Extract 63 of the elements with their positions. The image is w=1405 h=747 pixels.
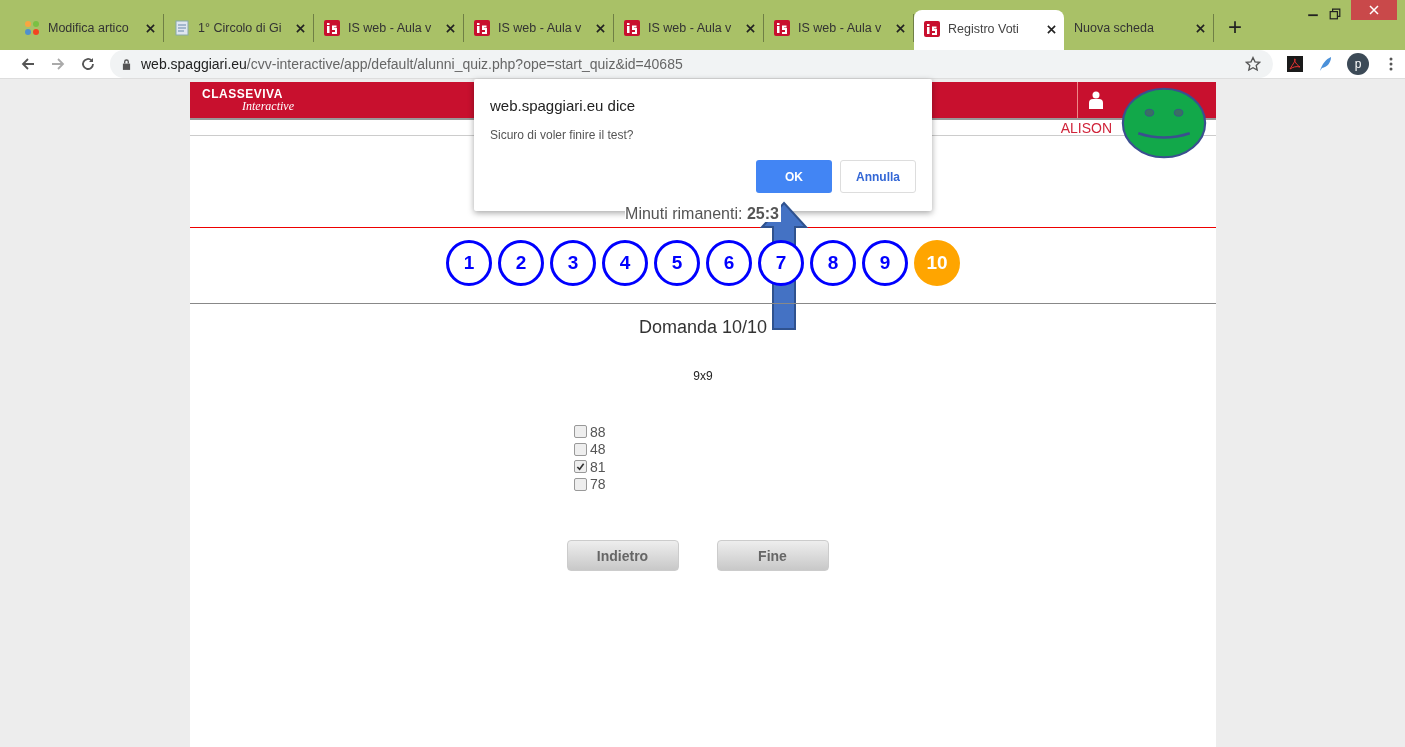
close-icon[interactable]	[1047, 24, 1056, 34]
address-field[interactable]: web.spaggiari.eu/cvv-interactive/app/default/alunni_quiz.php?ope=start_quiz&id=40685	[110, 50, 1273, 78]
question-text: 9x9	[693, 369, 713, 383]
question-number-button[interactable]: 5	[654, 240, 700, 286]
close-icon[interactable]	[446, 23, 455, 33]
answer-label: 81	[590, 458, 606, 475]
answer-label: 78	[590, 476, 606, 493]
reload-icon[interactable]	[80, 56, 96, 72]
back-icon[interactable]	[20, 56, 36, 72]
is-logo-icon	[474, 20, 490, 36]
pdf-icon[interactable]	[1287, 56, 1303, 72]
question-number-button[interactable]: 4	[602, 240, 648, 286]
question-number-button[interactable]: 6	[706, 240, 752, 286]
timer-text: Minuti rimanenti: 25:3	[625, 205, 781, 222]
question-number-button[interactable]: 8	[810, 240, 856, 286]
ok-button[interactable]: OK	[756, 160, 832, 193]
dialog-title: web.spaggiari.eu dice	[490, 97, 637, 114]
dialog-message: Sicuro di voler finire il test?	[490, 128, 635, 142]
answer-checkbox[interactable]	[574, 477, 587, 491]
nav-button[interactable]: Fine	[716, 540, 829, 571]
browser-tab[interactable]: Modifica artico	[14, 14, 164, 42]
profile-avatar[interactable]: p	[1347, 53, 1369, 75]
document-icon	[174, 20, 190, 36]
question-number-button[interactable]: 9	[862, 240, 908, 286]
menu-icon[interactable]	[1389, 56, 1393, 72]
close-icon[interactable]	[296, 23, 305, 33]
answer-label: 88	[590, 423, 606, 440]
question-number-button[interactable]: 2	[498, 240, 544, 286]
joomla-icon	[24, 20, 40, 36]
is-logo-icon	[774, 20, 790, 36]
question-number-button[interactable]: 7	[758, 240, 804, 286]
answer-checkbox[interactable]	[574, 442, 587, 456]
answer-label: 48	[590, 441, 606, 458]
question-title: Domanda 10/10	[638, 317, 768, 338]
cancel-button[interactable]: Annulla	[840, 160, 916, 193]
browser-tab[interactable]: IS web - Aula v	[314, 14, 464, 42]
browser-tab[interactable]: Nuova scheda	[1064, 14, 1214, 42]
user-name: ALISON	[1060, 120, 1112, 135]
browser-tab[interactable]: IS web - Aula v	[614, 14, 764, 42]
restore-icon[interactable]	[1329, 8, 1341, 20]
user-icon[interactable]	[1088, 91, 1104, 109]
question-number-button[interactable]: 3	[550, 240, 596, 286]
is-logo-icon	[624, 20, 640, 36]
logo-text: CLASSEVIVA	[202, 88, 284, 100]
close-icon[interactable]	[596, 23, 605, 33]
close-icon[interactable]	[896, 23, 905, 33]
new-tab-button[interactable]: +	[1228, 13, 1242, 41]
browser-tab[interactable]: 1° Circolo di Gi	[164, 14, 314, 42]
browser-tab[interactable]: IS web - Aula v	[764, 14, 914, 42]
nav-button[interactable]: Indietro	[566, 540, 679, 571]
close-icon[interactable]	[1196, 23, 1205, 33]
close-icon[interactable]	[146, 23, 155, 33]
is-logo-icon	[324, 20, 340, 36]
star-icon[interactable]	[1245, 56, 1261, 72]
question-number-button[interactable]: 1	[446, 240, 492, 286]
answer-checkbox[interactable]	[574, 425, 587, 439]
logo-subtitle: Interactive	[242, 100, 294, 112]
is-logo-icon	[924, 21, 940, 37]
browser-tab[interactable]: Registro Voti	[914, 10, 1064, 50]
browser-tab[interactable]: IS web - Aula v	[464, 14, 614, 42]
close-icon[interactable]	[746, 23, 755, 33]
lock-icon	[122, 58, 131, 70]
answer-checkbox[interactable]	[574, 460, 587, 474]
